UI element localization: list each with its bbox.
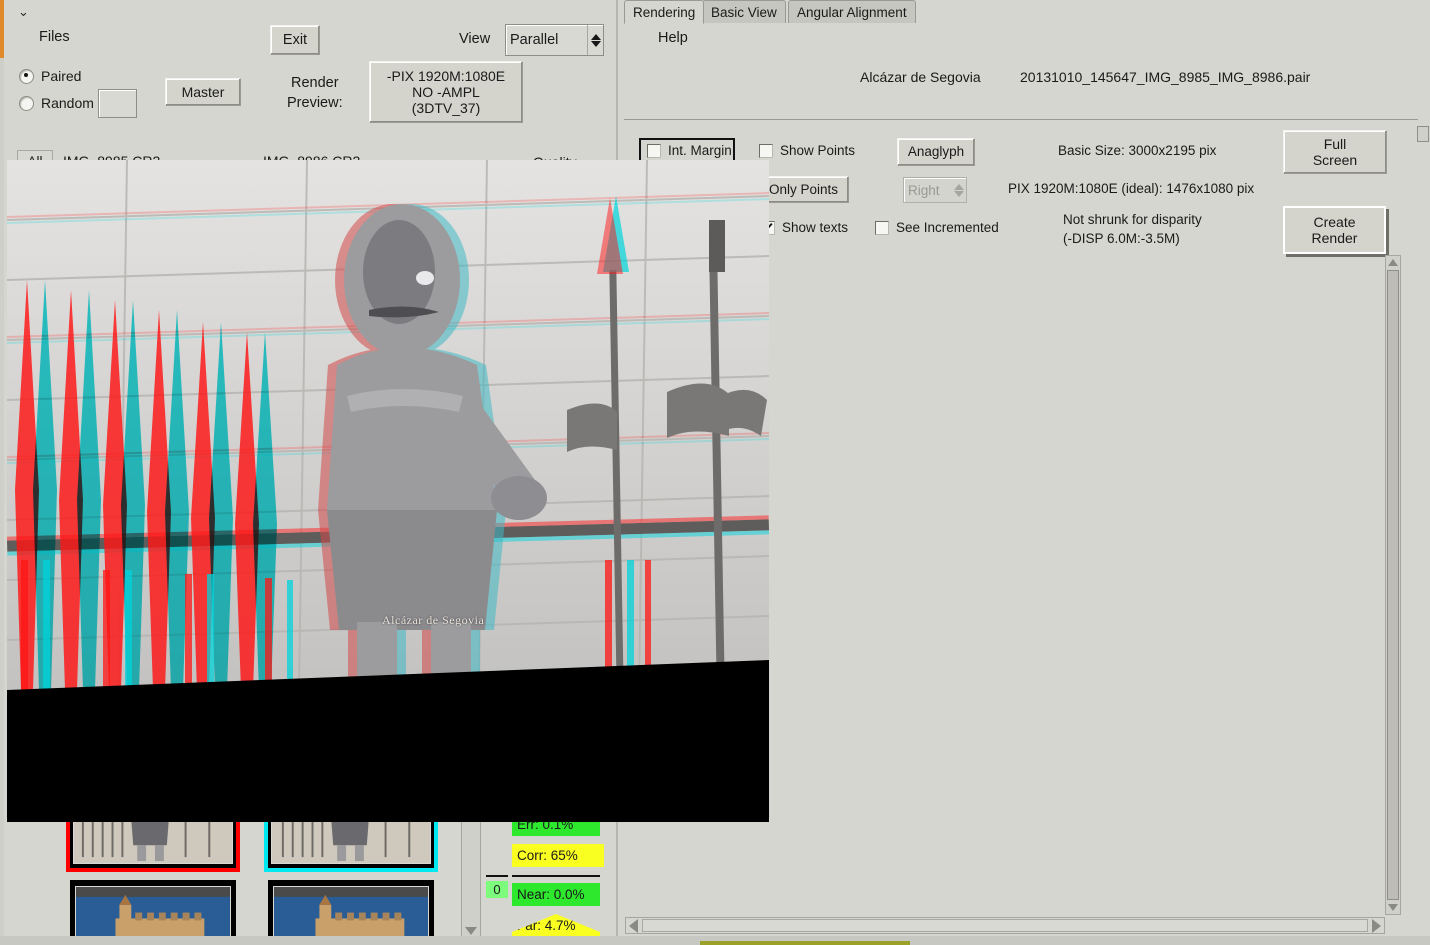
scene-castle-icon <box>76 887 230 938</box>
scrollbar-thumb[interactable] <box>1417 126 1429 142</box>
thumbnail-right[interactable] <box>268 880 434 938</box>
render-preview-label-l2: Preview: <box>287 94 343 111</box>
status-bar-accent <box>700 941 910 945</box>
tab-rendering-label: Rendering <box>633 4 696 20</box>
int-margin-label: Int. Margin <box>668 143 732 158</box>
render-preview-value-button[interactable]: -PIX 1920M:1080E NO -AMPL (3DTV_37) <box>369 61 523 123</box>
anaglyph-button[interactable]: Anaglyph <box>897 138 975 166</box>
anaglyph-viewport[interactable]: Alcázar de Segovia <box>7 160 769 822</box>
scroll-up-icon[interactable] <box>1388 259 1398 266</box>
exit-button[interactable]: Exit <box>270 25 320 55</box>
menu-files[interactable]: Files <box>39 29 70 45</box>
quality-zero: 0 <box>486 881 508 898</box>
basic-size-text: Basic Size: 3000x2195 pix <box>1058 143 1217 158</box>
full-screen-line2: Screen <box>1312 152 1358 168</box>
scroll-right-icon[interactable] <box>1372 918 1381 933</box>
render-preview-line3: (3DTV_37) <box>411 100 481 117</box>
viewport-horizontal-scrollbar[interactable] <box>625 917 1385 934</box>
render-preview-label-l1: Render <box>291 75 339 91</box>
pix-ideal-text: PIX 1920M:1080E (ideal): 1476x1080 pix <box>1008 181 1255 196</box>
create-render-line2: Render <box>1311 230 1358 246</box>
quality-group: 0 Near: 0.0% Far: 4.7% <box>484 875 612 940</box>
mode-random-label: Random <box>41 95 94 111</box>
quality-divider <box>486 875 508 877</box>
anaglyph-image <box>7 160 769 690</box>
eye-select[interactable]: Right <box>903 177 967 203</box>
quality-far: Far: 4.7% <box>512 914 600 937</box>
thumbnail-row[interactable] <box>8 880 456 938</box>
exit-button-label: Exit <box>282 31 308 48</box>
checkbox-glyph[interactable] <box>875 220 889 235</box>
scrollbar-thumb[interactable] <box>642 919 1368 932</box>
full-screen-line1: Full <box>1323 135 1347 152</box>
scene-castle-icon <box>274 887 428 938</box>
tab-basic-view-label: Basic View <box>711 4 777 20</box>
checkbox-glyph[interactable] <box>647 143 661 158</box>
mode-random-row[interactable]: Random <box>19 95 94 111</box>
show-points-label: Show Points <box>780 143 856 158</box>
checkbox-glyph[interactable] <box>759 143 773 158</box>
window-left-edge <box>0 58 4 945</box>
create-render-button[interactable]: Create Render <box>1283 206 1386 254</box>
radio-paired[interactable] <box>19 68 34 84</box>
view-select-value: Parallel <box>510 32 559 48</box>
thumbnail-image <box>75 886 231 938</box>
chevron-down-icon[interactable]: ⌄ <box>18 4 29 20</box>
only-points-button[interactable]: Only Points <box>758 176 849 203</box>
master-button[interactable]: Master <box>165 78 241 106</box>
view-label: View <box>459 31 491 47</box>
see-incremented-label: See Incremented <box>896 220 999 235</box>
create-render-line1: Create <box>1313 213 1356 230</box>
tab-angular-alignment[interactable]: Angular Alignment <box>788 0 916 23</box>
scroll-down-icon[interactable] <box>465 927 477 935</box>
disparity-line1: Not shrunk for disparity <box>1063 212 1202 227</box>
chevron-up-icon <box>590 33 601 40</box>
render-preview-label: Render Preview: <box>287 74 343 113</box>
anaglyph-label: Anaglyph <box>907 144 965 160</box>
pair-file-name: 20131010_145647_IMG_8985_IMG_8986.pair <box>1020 69 1311 85</box>
window-accent-strip <box>0 0 4 58</box>
only-points-label: Only Points <box>768 181 839 197</box>
render-preview-line1: -PIX 1920M:1080E <box>386 67 506 84</box>
window-vertical-scrollbar[interactable] <box>1416 126 1430 926</box>
show-points-checkbox[interactable]: Show Points <box>759 143 855 158</box>
tab-underline <box>624 119 1418 120</box>
tab-rendering[interactable]: Rendering <box>624 0 705 24</box>
quality-near: Near: 0.0% <box>512 883 600 906</box>
scrollbar-thumb[interactable] <box>1387 270 1399 900</box>
view-select[interactable]: Parallel <box>505 24 604 56</box>
eye-select-value: Right <box>908 182 940 198</box>
chevron-down-icon <box>953 190 964 197</box>
chevron-up-icon <box>953 183 964 190</box>
pair-scene-name: Alcázar de Segovia <box>860 69 981 85</box>
show-texts-checkbox[interactable]: Show texts <box>761 220 848 235</box>
master-button-label: Master <box>181 83 225 100</box>
mode-paired-row[interactable]: Paired <box>19 68 81 84</box>
disparity-line2: (-DISP 6.0M:-3.5M) <box>1063 231 1180 246</box>
quality-divider <box>512 875 600 877</box>
radio-random[interactable] <box>19 95 34 111</box>
quality-corr: Corr: 65% <box>512 844 604 867</box>
tab-angular-alignment-label: Angular Alignment <box>797 4 907 20</box>
eye-select-spinner[interactable] <box>951 178 966 202</box>
full-screen-button[interactable]: Full Screen <box>1283 130 1387 174</box>
chevron-down-icon <box>590 40 601 47</box>
scroll-down-icon[interactable] <box>1388 904 1398 911</box>
thumbnail-image <box>273 886 429 938</box>
show-texts-label: Show texts <box>782 220 849 235</box>
see-incremented-checkbox[interactable]: See Incremented <box>875 220 999 235</box>
viewport-vertical-scrollbar[interactable] <box>1385 255 1401 915</box>
menu-help[interactable]: Help <box>658 30 688 46</box>
scroll-left-icon[interactable] <box>629 918 638 933</box>
thumbnail-left[interactable] <box>70 880 236 938</box>
render-preview-line2: NO -AMPL <box>412 83 480 100</box>
random-count-input[interactable] <box>98 89 137 118</box>
tab-basic-view[interactable]: Basic View <box>702 0 786 23</box>
image-watermark: Alcázar de Segovia <box>382 613 485 627</box>
mode-paired-label: Paired <box>41 68 82 84</box>
view-select-spinner[interactable] <box>587 25 603 55</box>
